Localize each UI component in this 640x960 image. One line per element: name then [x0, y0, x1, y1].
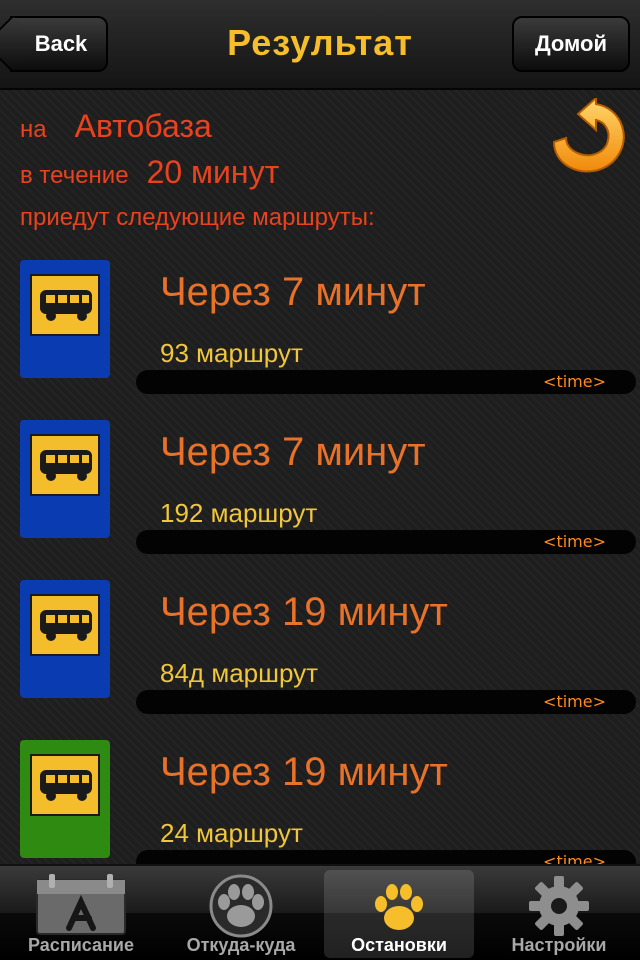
bus-stop-icon: [20, 580, 110, 698]
route-list: Через 7 минут 93 маршрут <time> Через 7 …: [0, 256, 640, 896]
paw-icon: [166, 874, 316, 938]
bus-stop-icon: [20, 260, 110, 378]
route-row[interactable]: Через 7 минут 192 маршрут <time>: [0, 416, 640, 576]
time-text: <time>: [543, 372, 606, 391]
period-prefix: в течение: [20, 162, 129, 189]
stop-row: на Автобаза: [20, 108, 375, 154]
period-row: в течение 20 минут: [20, 154, 375, 200]
route-name: 192 маршрут: [160, 498, 318, 528]
paw-icon: [324, 874, 474, 938]
tab-route-planner[interactable]: Откуда-куда: [166, 870, 316, 958]
route-row[interactable]: Через 19 минут 84д маршрут <time>: [0, 576, 640, 736]
gear-icon: [484, 874, 634, 938]
route-row[interactable]: Через 7 минут 93 маршрут <time>: [0, 256, 640, 416]
routes-caption: приедут следующие маршруты:: [20, 204, 375, 231]
stop-prefix: на: [20, 116, 47, 143]
tab-label: Расписание: [28, 935, 134, 955]
route-name: 84д маршрут: [160, 658, 319, 688]
navigation-bar: Back Результат Домой: [0, 0, 640, 90]
time-bar: <time>: [136, 370, 636, 394]
route-eta: Через 19 минут: [160, 750, 448, 794]
time-text: <time>: [543, 692, 606, 711]
time-bar: <time>: [136, 690, 636, 714]
route-name: 24 маршрут: [160, 818, 303, 848]
tab-label: Откуда-куда: [186, 935, 296, 955]
tab-stops[interactable]: Остановки: [324, 870, 474, 958]
route-eta: Через 7 минут: [160, 270, 426, 314]
time-text: <time>: [543, 532, 606, 551]
home-button[interactable]: Домой: [512, 16, 630, 72]
bus-stop-icon: [20, 420, 110, 538]
tab-bar: Расписание Откуда-куда Остановки Настрой…: [0, 864, 640, 960]
route-eta: Через 7 минут: [160, 430, 426, 474]
route-eta: Через 19 минут: [160, 590, 448, 634]
stop-name: Автобаза: [74, 108, 212, 144]
calendar-icon: [6, 874, 156, 938]
tab-label: Остановки: [351, 935, 447, 955]
refresh-arrow-icon[interactable]: [548, 95, 632, 182]
period-value: 20 минут: [146, 154, 280, 190]
stop-info: на Автобаза в течение 20 минут приедут с…: [20, 108, 375, 232]
bus-stop-icon: [20, 740, 110, 858]
tab-label: Настройки: [511, 935, 607, 955]
tab-settings[interactable]: Настройки: [484, 870, 634, 958]
time-bar: <time>: [136, 530, 636, 554]
tab-schedule[interactable]: Расписание: [6, 870, 156, 958]
route-name: 93 маршрут: [160, 338, 303, 368]
